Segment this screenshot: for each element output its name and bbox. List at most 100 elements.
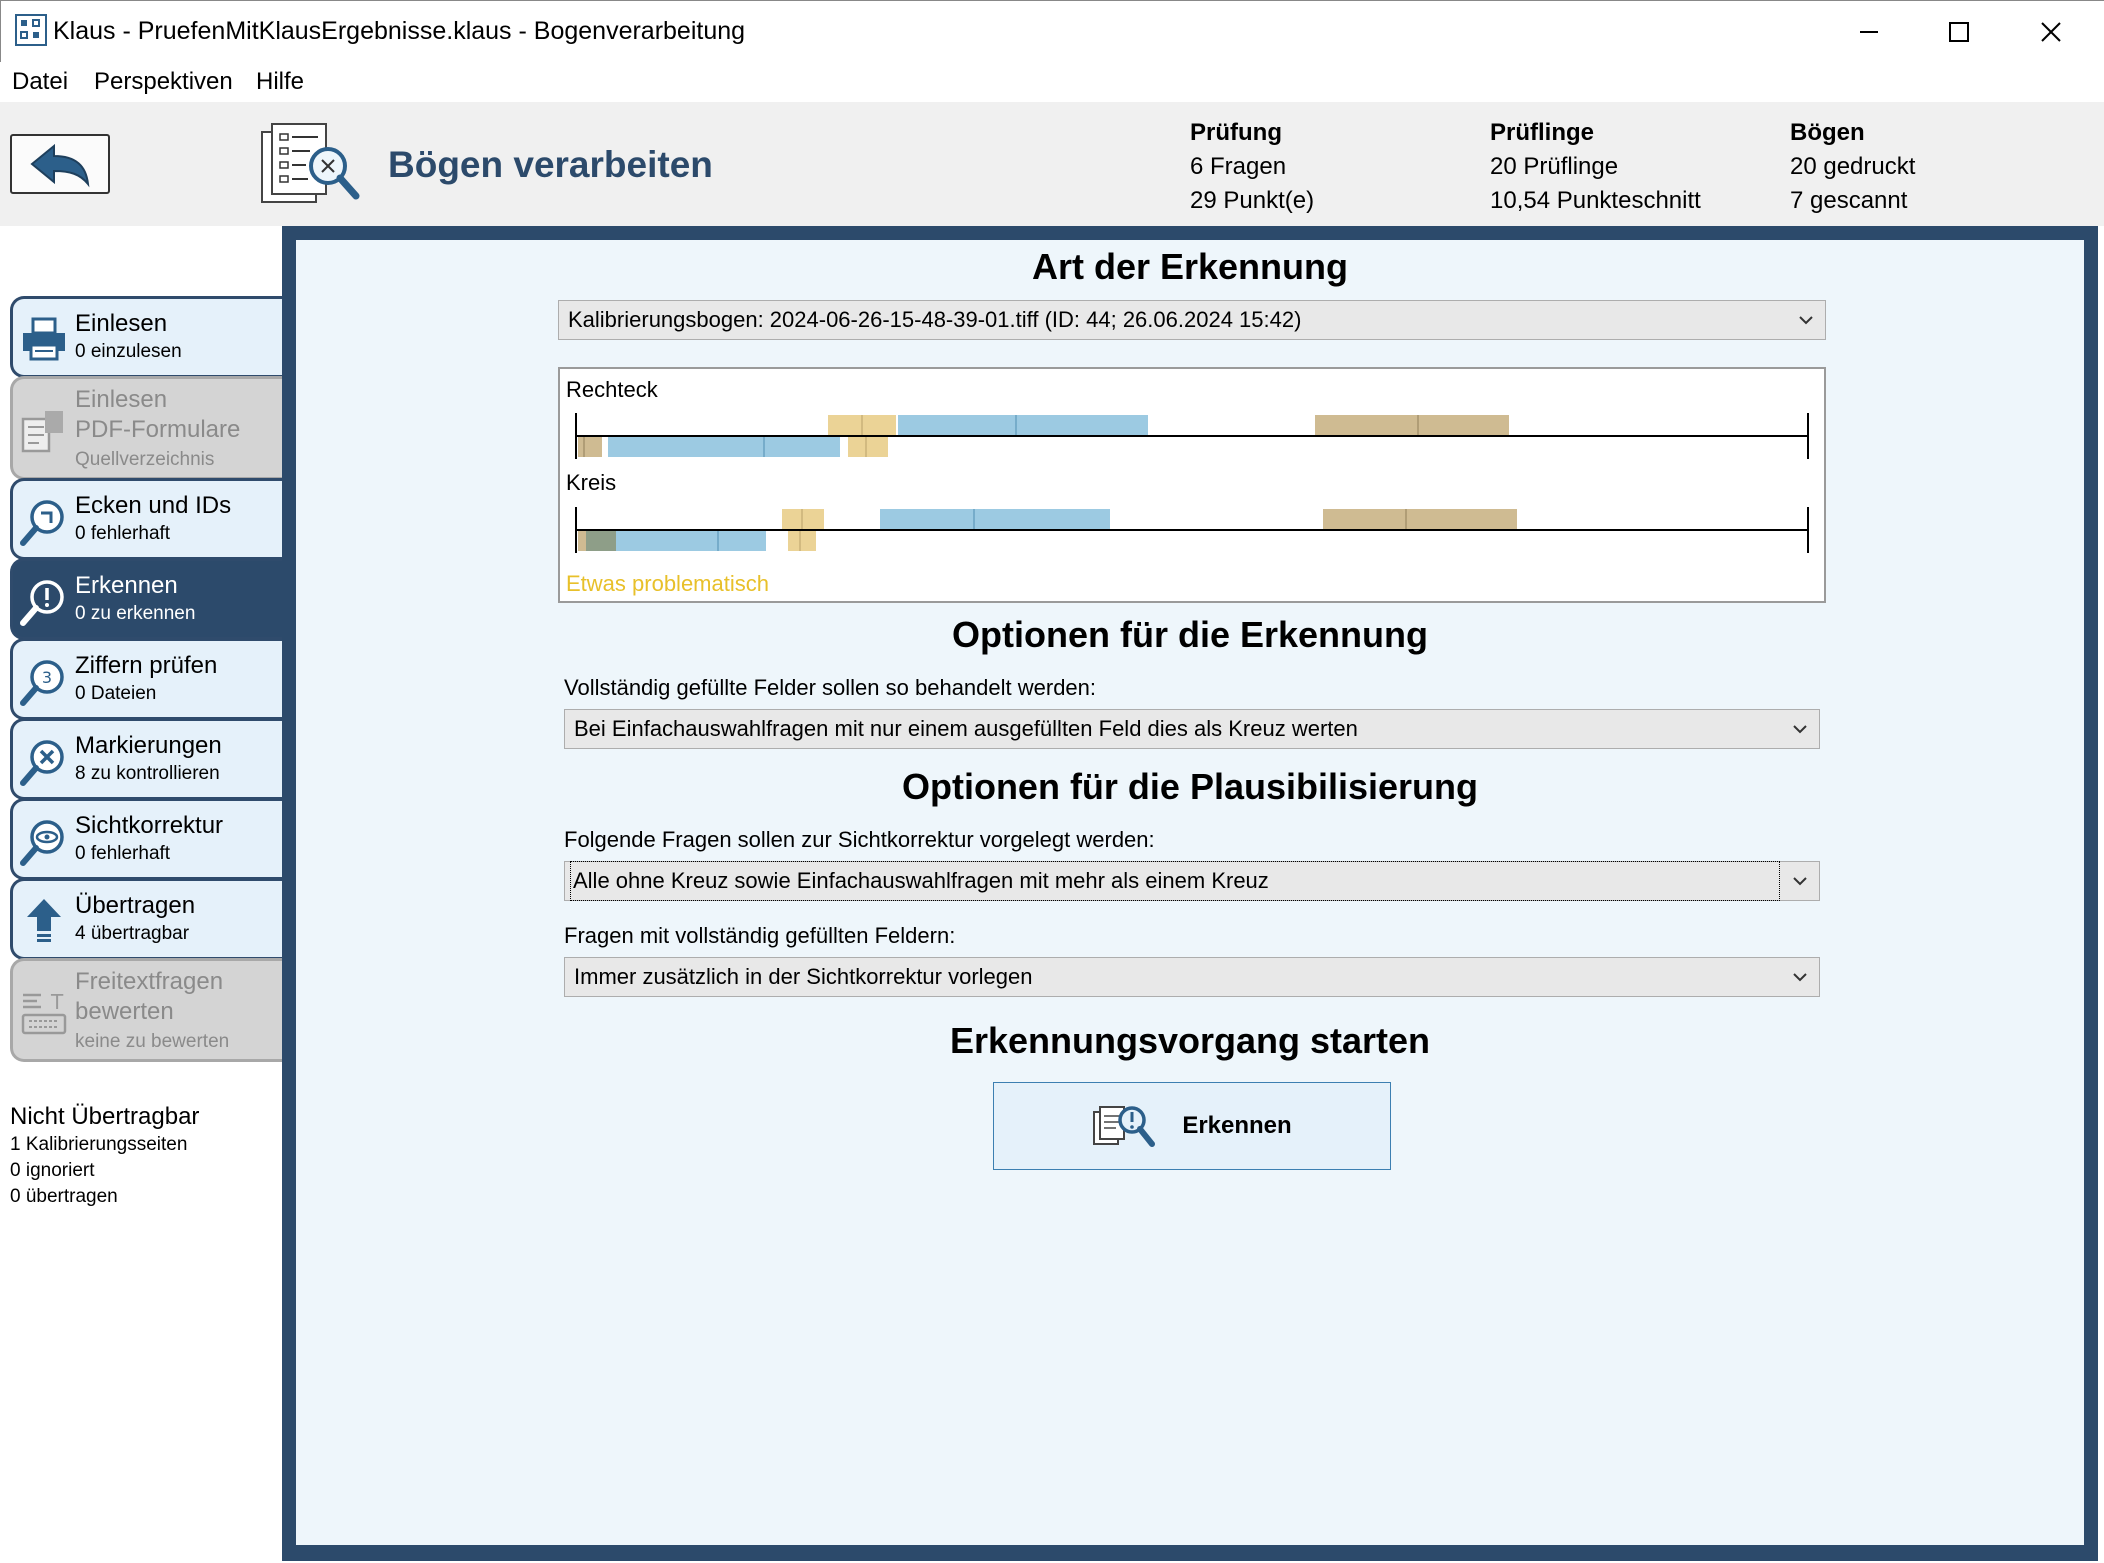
- menu-bar: Datei Perspektiven Hilfe: [0, 62, 2104, 102]
- sidebar-item-uebertragen[interactable]: Übertragen 4 übertragbar: [10, 878, 282, 960]
- window-title: Klaus - PruefenMitKlausErgebnisse.klaus …: [53, 17, 746, 45]
- sidebar-item-title: Ecken und IDs: [75, 492, 232, 519]
- calibration-select-value: Kalibrierungsbogen: 2024-06-26-15-48-39-…: [568, 307, 1302, 332]
- stat-prueflinge-line1: 20 Prüflinge: [1490, 153, 1619, 180]
- upload-arrow-icon: [27, 899, 61, 942]
- stat-pruefung-line2: 29 Punkt(e): [1190, 187, 1315, 214]
- not-transferable-line: 1 Kalibrierungsseiten: [10, 1134, 188, 1155]
- document-search-icon: [261, 123, 360, 203]
- review-questions-select-value: Alle ohne Kreuz sowie Einfachauswahlfrag…: [570, 861, 1780, 901]
- calib-mark-gray: [586, 531, 616, 551]
- full-fields-select-value: Immer zusätzlich in der Sichtkorrektur v…: [574, 964, 1033, 989]
- filled-fields-select[interactable]: Bei Einfachauswahlfragen mit nur einem a…: [564, 709, 1820, 749]
- calib-mark-blue: [880, 509, 1110, 529]
- stat-prueflinge-line2: 10,54 Punkteschnitt: [1490, 187, 1701, 214]
- sidebar-item-sub: 0 fehlerhaft: [75, 843, 171, 864]
- sidebar-item-sub: keine zu bewerten: [75, 1031, 230, 1052]
- erkennen-button[interactable]: Erkennen: [993, 1082, 1391, 1170]
- menu-perspektiven[interactable]: Perspektiven: [90, 66, 237, 98]
- stat-boegen-line2: 7 gescannt: [1790, 187, 1908, 214]
- stat-boegen-head: Bögen: [1790, 119, 1865, 146]
- minimize-icon: [1860, 31, 1878, 33]
- sidebar-item-title-line2: PDF-Formulare: [75, 416, 241, 443]
- review-questions-label: Folgende Fragen sollen zur Sichtkorrektu…: [564, 827, 1155, 852]
- magnifier-exclamation-icon: [20, 580, 64, 626]
- sidebar-item-erkennen[interactable]: Erkennen 0 zu erkennen: [10, 558, 282, 640]
- calib-mark-tan: [578, 531, 586, 551]
- title-bar: Klaus - PruefenMitKlausErgebnisse.klaus …: [0, 0, 2104, 62]
- close-button[interactable]: [2021, 11, 2081, 53]
- keyboard-text-icon: T: [21, 990, 67, 1035]
- sidebar-item-sub: 8 zu kontrollieren: [75, 763, 220, 784]
- sidebar-item-ecken[interactable]: Ecken und IDs 0 fehlerhaft: [10, 478, 282, 560]
- sidebar-item-title-line1: Einlesen: [75, 386, 168, 413]
- sidebar-item-sub: 4 übertragbar: [75, 923, 190, 944]
- sidebar-item-title: Erkennen: [75, 572, 178, 599]
- sidebar-item-sichtkorrektur[interactable]: Sichtkorrektur 0 fehlerhaft: [10, 798, 282, 880]
- section-title-start: Erkennungsvorgang starten: [949, 1020, 1431, 1061]
- calib-mark-tan: [1323, 509, 1517, 529]
- review-questions-select[interactable]: Alle ohne Kreuz sowie Einfachauswahlfrag…: [564, 861, 1820, 901]
- sidebar-item-einlesen-pdf: Einlesen PDF-Formulare Quellverzeichnis: [10, 376, 282, 480]
- calibration-chart: [575, 413, 1809, 553]
- sidebar-nav: Einlesen 0 einzulesen Einlesen PDF-Formu…: [0, 226, 282, 1563]
- magnifier-digit-icon: 3: [20, 660, 64, 706]
- calibration-select[interactable]: Kalibrierungsbogen: 2024-06-26-15-48-39-…: [558, 300, 1826, 340]
- sidebar-item-title-line2: bewerten: [75, 998, 174, 1025]
- page-title: Bögen verarbeiten: [388, 144, 713, 185]
- sidebar-item-sub: 0 zu erkennen: [75, 603, 196, 624]
- sidebar-item-sub: Quellverzeichnis: [75, 449, 215, 470]
- stat-boegen-line1: 20 gedruckt: [1790, 153, 1916, 180]
- menu-hilfe[interactable]: Hilfe: [252, 66, 308, 98]
- sidebar-item-freitext: T Freitextfragen bewerten keine zu bewer…: [10, 958, 282, 1062]
- page-header: Bögen verarbeiten Prüfung 6 Fragen 29 Pu…: [0, 102, 2104, 226]
- close-icon: [2041, 22, 2061, 42]
- stat-boegen: Bögen 20 gedruckt 7 gescannt: [1790, 116, 1915, 218]
- recognize-icon: [1093, 1106, 1156, 1147]
- calib-mark-yellow: [848, 437, 888, 457]
- svg-text:T: T: [50, 990, 64, 1014]
- filled-fields-label: Vollständig gefüllte Felder sollen so be…: [564, 675, 1097, 700]
- sidebar-item-title: Einlesen: [75, 310, 168, 337]
- maximize-button[interactable]: [1929, 11, 1989, 53]
- stat-prueflinge-head: Prüflinge: [1490, 119, 1595, 146]
- calibration-preview: Rechteck Kreis Etwas problematisch: [558, 367, 1826, 603]
- sidebar-item-sub: 0 einzulesen: [75, 341, 182, 362]
- calib-mark-yellow: [782, 509, 824, 529]
- sidebar-item-sub: 0 Dateien: [75, 683, 157, 704]
- not-transferable-summary: Nicht Übertragbar 1 Kalibrierungsseiten …: [10, 1102, 282, 1210]
- chevron-down-icon: [1799, 316, 1813, 325]
- minimize-button[interactable]: [1839, 11, 1899, 53]
- full-fields-select[interactable]: Immer zusätzlich in der Sichtkorrektur v…: [564, 957, 1820, 997]
- section-title-art: Art der Erkennung: [1031, 246, 1349, 287]
- magnifier-x-icon: [20, 740, 64, 786]
- not-transferable-line: 0 ignoriert: [10, 1160, 95, 1181]
- calib-mark-yellow: [788, 531, 816, 551]
- stat-prueflinge: Prüflinge 20 Prüflinge 10,54 Punkteschni…: [1490, 116, 1701, 218]
- main-panel: Art der Erkennung Kalibrierungsbogen: 20…: [296, 240, 2084, 1545]
- not-transferable-line: 0 übertragen: [10, 1186, 118, 1207]
- section-title-erkennung: Optionen für die Erkennung: [952, 614, 1428, 655]
- app-icon: [15, 14, 47, 46]
- sidebar-item-einlesen[interactable]: Einlesen 0 einzulesen: [10, 296, 282, 378]
- printer-icon: [23, 317, 65, 361]
- sidebar-item-sub: 0 fehlerhaft: [75, 523, 171, 544]
- back-button[interactable]: [10, 134, 110, 194]
- stat-pruefung-head: Prüfung: [1190, 119, 1282, 146]
- sidebar-item-title-line1: Freitextfragen: [75, 968, 224, 995]
- calib-mark-blue: [616, 531, 766, 551]
- sidebar-item-title: Übertragen: [75, 892, 196, 919]
- erkennen-button-label: Erkennen: [1182, 1112, 1292, 1139]
- menu-datei[interactable]: Datei: [8, 66, 72, 98]
- calib-mark-blue: [608, 437, 840, 457]
- magnifier-corner-icon: [20, 500, 64, 546]
- section-title-plausibilisierung: Optionen für die Plausibilisierung: [901, 766, 1479, 807]
- sidebar-item-ziffern[interactable]: 3 Ziffern prüfen 0 Dateien: [10, 638, 282, 720]
- sidebar-item-title: Markierungen: [75, 732, 222, 759]
- pdf-form-icon: [21, 411, 63, 453]
- calib-mark-tan: [578, 437, 602, 457]
- chevron-down-icon: [1793, 877, 1807, 886]
- sidebar-item-markierungen[interactable]: Markierungen 8 zu kontrollieren: [10, 718, 282, 800]
- maximize-icon: [1949, 22, 1969, 42]
- full-fields-label: Fragen mit vollständig gefüllten Feldern…: [564, 923, 956, 948]
